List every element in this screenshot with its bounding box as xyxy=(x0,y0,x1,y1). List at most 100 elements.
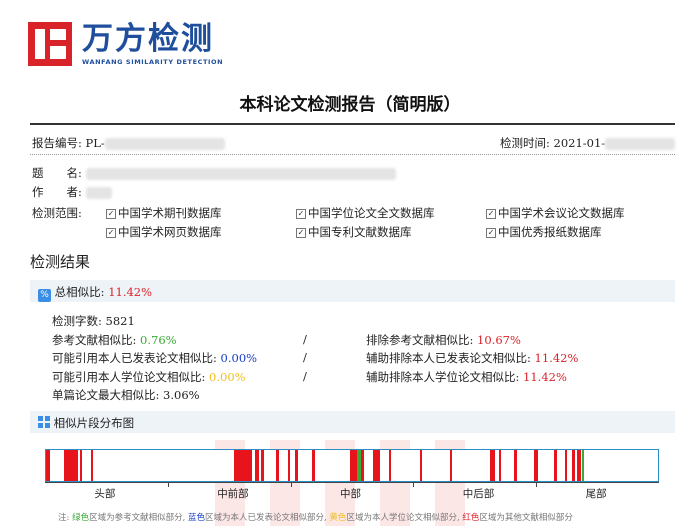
similar-segment xyxy=(564,450,568,481)
excl-ref-similarity: 排除参考文献相似比: 10.67% xyxy=(366,333,521,347)
scope-item-5: ✓ 中国优秀报纸数据库 xyxy=(486,225,602,239)
similar-segment xyxy=(514,450,517,481)
separator: / xyxy=(303,332,307,346)
legend-color-word: 蓝色 xyxy=(188,513,206,523)
detection-time: 检测时间: 2021-01- xyxy=(500,135,676,151)
total-similarity: % 总相似比: 11.42% xyxy=(38,284,152,302)
axis-section-label: 中前部 xyxy=(217,488,249,500)
similar-segment xyxy=(234,450,252,481)
separator: / xyxy=(303,350,307,364)
word-count: 检测字数: 5821 xyxy=(52,314,135,328)
logo-cn-text: 万方检测 xyxy=(82,21,214,57)
wanfang-logo-icon xyxy=(28,22,72,66)
legend-text: 区域为其他文献相似部分 xyxy=(479,513,573,523)
similar-segment xyxy=(275,450,280,481)
similar-segment xyxy=(373,450,380,481)
checkbox-checked-icon: ✓ xyxy=(486,209,496,219)
axis-tick xyxy=(413,482,415,487)
similar-segment xyxy=(498,450,502,481)
report-number-value: PL- xyxy=(85,136,105,150)
checkbox-checked-icon: ✓ xyxy=(106,228,116,238)
self-published-similarity: 可能引用本人已发表论文相似比: 0.00% xyxy=(52,351,258,365)
scope-item-4: ✓ 中国专利文献数据库 xyxy=(296,225,412,239)
similar-segment xyxy=(553,450,557,481)
axis-section-label: 中后部 xyxy=(462,488,495,500)
brand-logo: 万方检测 WANFANG SIMILARITY DETECTION xyxy=(28,22,223,72)
checkbox-checked-icon: ✓ xyxy=(106,209,116,219)
similar-segment xyxy=(534,450,539,481)
redacted-paper-title xyxy=(85,168,396,180)
redacted-time xyxy=(605,138,676,150)
legend-text: 区域为参考文献相似部分, xyxy=(89,513,188,523)
results-heading: 检测结果 xyxy=(30,253,91,271)
similarity-distribution-bar xyxy=(45,449,659,482)
self-thesis-similarity: 可能引用本人学位论文相似比: 0.00% xyxy=(52,370,246,384)
excl-self-published-similarity: 辅助排除本人已发表论文相似比: 11.42% xyxy=(366,351,579,365)
paper-title-row: 题 名: xyxy=(32,165,396,181)
author-row: 作 者: xyxy=(32,184,112,200)
max-single-similarity: 单篇论文最大相似比: 3.06% xyxy=(52,388,200,402)
distribution-axis xyxy=(45,482,659,483)
similar-segment xyxy=(261,450,265,481)
similar-segment xyxy=(572,450,575,481)
legend-prefix: 注: xyxy=(58,513,73,523)
percent-icon: % xyxy=(38,289,51,302)
checkbox-checked-icon: ✓ xyxy=(296,209,306,219)
similar-segment xyxy=(46,450,50,481)
dotted-rule xyxy=(30,154,675,155)
excl-self-thesis-similarity: 辅助排除本人学位论文相似比: 11.42% xyxy=(366,370,567,384)
scope-label: 检测范围: xyxy=(32,206,82,220)
redacted-author xyxy=(85,187,112,199)
axis-tick xyxy=(167,482,169,487)
scope-item-0: ✓ 中国学术期刊数据库 xyxy=(106,206,222,220)
similar-segment xyxy=(388,450,391,481)
scope-item-1: ✓ 中国学位论文全文数据库 xyxy=(296,206,435,220)
similar-segment xyxy=(419,450,423,481)
axis-section-label: 头部 xyxy=(94,488,116,500)
scope-item-2: ✓ 中国学术会议论文数据库 xyxy=(486,206,625,220)
grid-icon xyxy=(38,416,50,428)
legend-color-word: 绿色 xyxy=(72,513,90,523)
redacted-report-number xyxy=(104,138,225,150)
author-label: 作 者: xyxy=(32,185,82,199)
legend-color-word: 红色 xyxy=(462,513,480,523)
axis-tick xyxy=(290,482,292,487)
report-number: 报告编号: PL- xyxy=(32,135,225,151)
paper-title-label: 题 名: xyxy=(32,166,82,180)
axis-tick xyxy=(536,482,538,487)
checkbox-checked-icon: ✓ xyxy=(296,228,306,238)
similar-segment xyxy=(449,450,452,481)
similar-segment xyxy=(90,450,94,481)
similar-segment xyxy=(577,450,582,481)
similar-segment xyxy=(312,450,315,481)
similar-segment xyxy=(255,450,259,481)
top-rule xyxy=(30,123,675,125)
logo-en-text: WANFANG SIMILARITY DETECTION xyxy=(82,58,224,66)
axis-section-label: 中部 xyxy=(340,488,361,500)
similar-segment xyxy=(295,450,298,481)
checkbox-checked-icon: ✓ xyxy=(486,228,496,238)
scope-item-3: ✓ 中国学术网页数据库 xyxy=(106,225,222,239)
similar-segment xyxy=(80,450,83,481)
detection-time-label: 检测时间: xyxy=(500,136,550,150)
separator: / xyxy=(303,369,307,383)
report-title: 本科论文检测报告（简明版） xyxy=(239,95,461,115)
similar-segment xyxy=(64,450,78,481)
similar-segment xyxy=(361,450,364,481)
ref-similarity: 参考文献相似比: 0.76% xyxy=(52,333,177,347)
legend-text: 区域为本人学位论文相似部分, xyxy=(346,513,463,523)
axis-section-label: 尾部 xyxy=(585,488,607,500)
similar-segment xyxy=(350,450,357,481)
report-number-label: 报告编号: xyxy=(32,136,82,150)
total-similarity-value: 11.42% xyxy=(108,285,153,299)
legend-text: 区域为本人已发表论文相似部分, xyxy=(205,513,330,523)
similar-segment xyxy=(489,450,495,481)
detection-time-value: 2021-01- xyxy=(553,136,606,150)
legend-color-word: 黄色 xyxy=(329,513,347,523)
distribution-heading-row: 相似片段分布图 xyxy=(38,415,134,431)
similar-segment xyxy=(582,450,584,481)
distribution-heading: 相似片段分布图 xyxy=(53,416,135,430)
similar-segment xyxy=(287,450,290,481)
total-similarity-label: 总相似比: xyxy=(54,285,105,299)
legend-note: 注: 绿色区域为参考文献相似部分, 蓝色区域为本人已发表论文相似部分, 黄色区域… xyxy=(58,511,573,523)
